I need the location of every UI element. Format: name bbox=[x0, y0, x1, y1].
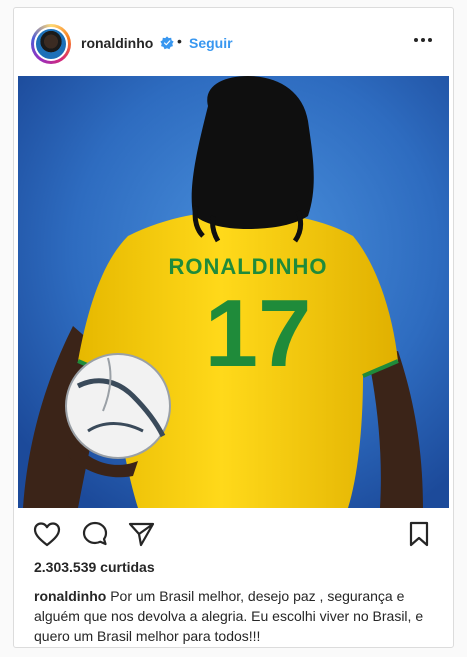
avatar[interactable] bbox=[31, 24, 71, 64]
jersey-number: 17 bbox=[205, 280, 312, 387]
post-photo[interactable]: RONALDINHO 17 bbox=[18, 76, 449, 508]
instagram-post-card: ronaldinho • Seguir RONALDINHO 17 2.303.… bbox=[13, 7, 454, 648]
post-header: ronaldinho • Seguir bbox=[14, 8, 453, 76]
avatar-image bbox=[34, 27, 68, 61]
heart-icon[interactable] bbox=[32, 519, 62, 549]
post-username[interactable]: ronaldinho bbox=[81, 35, 153, 51]
bookmark-icon[interactable] bbox=[404, 519, 434, 549]
more-options-icon bbox=[414, 38, 432, 42]
likes-count[interactable]: 2.303.539 curtidas bbox=[34, 559, 155, 575]
follow-button[interactable]: Seguir bbox=[189, 35, 233, 51]
post-photo-illustration: RONALDINHO 17 bbox=[18, 76, 449, 508]
post-caption: ronaldinho Por um Brasil melhor, desejo … bbox=[34, 586, 439, 646]
separator-dot: • bbox=[177, 33, 182, 49]
jersey-name: RONALDINHO bbox=[168, 254, 327, 279]
verified-badge-icon bbox=[160, 36, 174, 50]
comment-icon[interactable] bbox=[80, 519, 110, 549]
more-options-button[interactable] bbox=[411, 28, 435, 52]
share-icon[interactable] bbox=[126, 519, 156, 549]
post-actions bbox=[14, 513, 453, 557]
caption-username[interactable]: ronaldinho bbox=[34, 588, 106, 604]
